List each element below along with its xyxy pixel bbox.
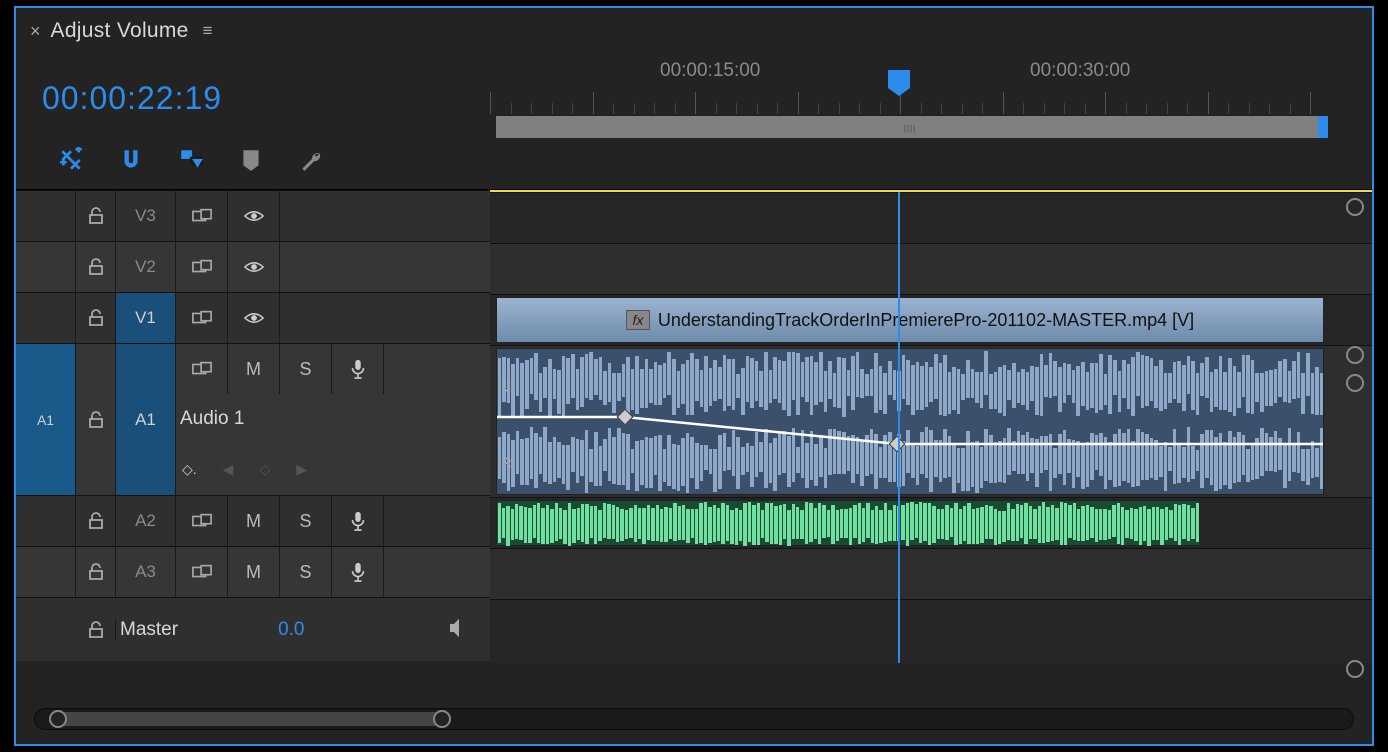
lock-icon[interactable]	[86, 511, 106, 531]
track-row-a2[interactable]	[490, 497, 1372, 548]
zoom-thumb[interactable]	[55, 712, 445, 726]
sync-lock-icon[interactable]	[192, 257, 212, 277]
audio-zoom-top-icon[interactable]	[1346, 374, 1364, 392]
insert-overwrite-icon[interactable]	[58, 147, 84, 173]
close-icon[interactable]: ×	[30, 21, 41, 42]
master-label: Master	[120, 619, 178, 641]
lock-icon[interactable]	[86, 257, 106, 277]
lock-icon[interactable]	[86, 410, 106, 430]
playhead[interactable]	[898, 192, 900, 663]
snap-icon[interactable]	[118, 147, 144, 173]
video-clip[interactable]: fx UnderstandingTrackOrderInPremierePro-…	[496, 297, 1324, 343]
mic-icon[interactable]	[348, 359, 368, 379]
track-row-v1[interactable]: fx UnderstandingTrackOrderInPremierePro-…	[490, 294, 1372, 345]
track-header-v3[interactable]: V3	[16, 190, 490, 241]
linked-selection-icon[interactable]	[178, 147, 204, 173]
audio-clip-a2[interactable]	[496, 500, 1200, 546]
mute-button[interactable]: M	[228, 496, 280, 546]
timeline-toolbar	[16, 117, 490, 189]
track-header-v2[interactable]: V2	[16, 241, 490, 292]
source-patch-a1[interactable]: A1	[16, 344, 76, 495]
track-row-master[interactable]	[490, 599, 1372, 663]
vertical-zoom-gutter	[1330, 192, 1370, 663]
current-timecode[interactable]: 00:00:22:19	[16, 54, 490, 117]
tracks-area: V3 V2 V1	[16, 189, 1372, 663]
mute-button[interactable]: M	[228, 344, 280, 394]
track-header-a2[interactable]: A2 M S	[16, 495, 490, 546]
lock-icon[interactable]	[86, 562, 106, 582]
track-content[interactable]: fx UnderstandingTrackOrderInPremierePro-…	[490, 190, 1372, 663]
track-row-a1[interactable]: L R	[490, 345, 1372, 497]
marker-icon[interactable]	[238, 147, 264, 173]
track-header-master[interactable]: Master 0.0	[16, 597, 490, 661]
zoom-handle-right-icon[interactable]	[433, 710, 451, 728]
ruler-label: 00:00:30:00	[1030, 60, 1130, 82]
lock-icon[interactable]	[86, 206, 106, 226]
timeline-panel: × Adjust Volume ≡ 00:00:22:19	[14, 6, 1374, 746]
track-name[interactable]: A1	[116, 344, 176, 495]
audio-clip-a1[interactable]: L R	[496, 348, 1324, 495]
playhead-head-icon[interactable]	[888, 70, 910, 88]
mic-icon[interactable]	[348, 511, 368, 531]
sync-lock-icon[interactable]	[192, 308, 212, 328]
clip-name: UnderstandingTrackOrderInPremierePro-201…	[658, 310, 1194, 331]
video-zoom-handle-icon[interactable]	[1346, 346, 1364, 364]
panel-menu-icon[interactable]: ≡	[203, 21, 213, 41]
mic-icon[interactable]	[348, 562, 368, 582]
panel-header: × Adjust Volume ≡	[16, 8, 1372, 54]
info-row: 00:00:22:19 00:0	[16, 54, 1372, 189]
track-header-v1[interactable]: V1	[16, 292, 490, 343]
work-area-handle-right[interactable]	[1318, 116, 1328, 138]
horizontal-zoom-bar[interactable]	[34, 708, 1354, 730]
solo-button[interactable]: S	[280, 496, 332, 546]
sync-lock-icon[interactable]	[192, 359, 212, 379]
work-area-bar[interactable]: ||||	[496, 116, 1324, 138]
mute-button[interactable]: M	[228, 547, 280, 597]
track-row-a3[interactable]	[490, 548, 1372, 599]
fx-badge-icon[interactable]: fx	[626, 310, 650, 330]
zoom-handle-icon[interactable]	[1346, 198, 1364, 216]
track-row-v2[interactable]	[490, 243, 1372, 294]
track-name[interactable]: V1	[116, 293, 176, 343]
settings-wrench-icon[interactable]	[298, 147, 324, 173]
eye-icon[interactable]	[244, 257, 264, 277]
time-ruler[interactable]: 00:00:15:00 00:00:30:00 // placeholder –…	[490, 54, 1372, 134]
track-name[interactable]: A2	[116, 496, 176, 546]
master-value[interactable]: 0.0	[278, 619, 304, 641]
panel-title: Adjust Volume	[51, 19, 189, 43]
audio-zoom-bottom-icon[interactable]	[1346, 660, 1364, 678]
track-headers: V3 V2 V1	[16, 190, 490, 663]
track-name[interactable]: A3	[116, 547, 176, 597]
add-keyframe-icon[interactable]: ◇	[259, 461, 270, 478]
solo-button[interactable]: S	[280, 344, 332, 394]
output-icon[interactable]	[448, 618, 472, 641]
sync-lock-icon[interactable]	[192, 511, 212, 531]
keyframe-mode-icon[interactable]: ◇.	[182, 461, 197, 478]
eye-icon[interactable]	[244, 308, 264, 328]
sync-lock-icon[interactable]	[192, 562, 212, 582]
next-keyframe-icon[interactable]: ▶	[296, 461, 307, 478]
track-label: Audio 1	[176, 394, 490, 444]
ruler-label: 00:00:15:00	[660, 60, 760, 82]
track-name[interactable]: V3	[116, 191, 176, 241]
track-header-a3[interactable]: A3 M S	[16, 546, 490, 597]
zoom-handle-left-icon[interactable]	[49, 710, 67, 728]
solo-button[interactable]: S	[280, 547, 332, 597]
lock-icon[interactable]	[86, 308, 106, 328]
work-area-grip-icon[interactable]: ||||	[904, 124, 916, 133]
track-name[interactable]: V2	[116, 242, 176, 292]
sync-lock-icon[interactable]	[192, 206, 212, 226]
eye-icon[interactable]	[244, 206, 264, 226]
track-header-a1[interactable]: A1 A1 M S Audio 1 ◇. ◀ ◇ ▶	[16, 343, 490, 495]
track-row-v3[interactable]	[490, 192, 1372, 243]
prev-keyframe-icon[interactable]: ◀	[223, 461, 234, 478]
lock-icon[interactable]	[86, 620, 106, 640]
